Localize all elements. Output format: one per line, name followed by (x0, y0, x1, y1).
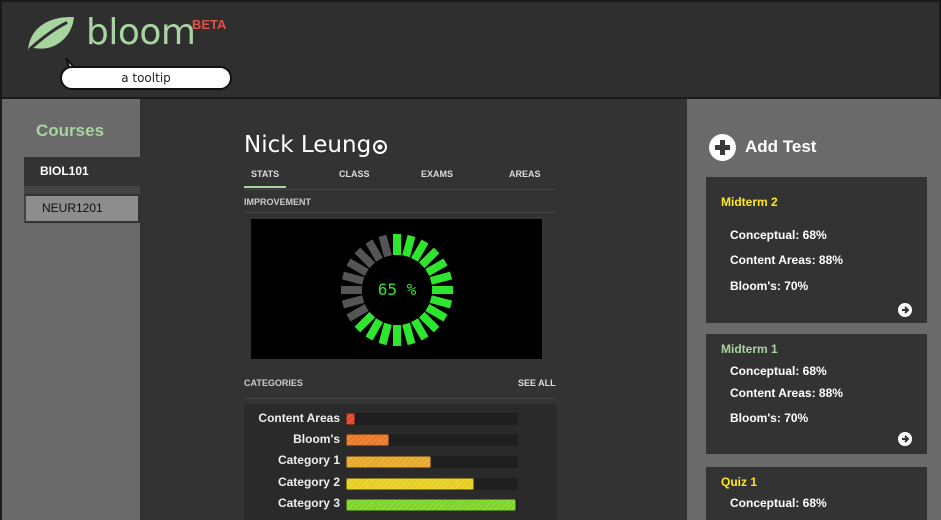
test-stat: Content Areas: 88% (730, 386, 843, 400)
leaf-icon[interactable] (24, 14, 76, 54)
add-test-label: Add Test (745, 137, 817, 156)
active-tab-indicator (244, 186, 286, 188)
test-stat: Bloom's: 70% (730, 279, 809, 293)
categories-label: CATEGORIES (244, 378, 303, 388)
panel-scroll-edge (927, 177, 941, 520)
category-label: Bloom's (293, 432, 340, 446)
category-label: Category 3 (277, 496, 340, 510)
app-logo-text[interactable]: bloom (86, 12, 196, 53)
test-stat: Bloom's: 70% (730, 411, 809, 425)
category-bar-track (346, 413, 518, 425)
gauge-segment (418, 311, 440, 333)
gauge-segment (341, 295, 365, 309)
gauge-segment (346, 304, 369, 322)
gauge-segment (429, 271, 453, 285)
tab-exams[interactable]: EXAMS (421, 169, 453, 179)
gauge-segment (425, 258, 448, 276)
test-title: Midterm 2 (721, 195, 778, 209)
category-bar-track (346, 434, 518, 446)
test-title: Midterm 1 (721, 342, 778, 356)
categories-divider (244, 398, 556, 399)
test-stat: Content Areas: 88% (730, 253, 843, 267)
gauge-segment (402, 322, 416, 346)
test-stat: Conceptual: 68% (730, 228, 827, 242)
course-item-biol101[interactable]: BIOL101 (24, 157, 140, 186)
category-bar-track (346, 478, 518, 490)
target-icon[interactable] (372, 139, 388, 155)
arrow-right-icon[interactable] (898, 432, 912, 446)
test-stat: Conceptual: 68% (730, 364, 827, 378)
student-name: Nick Leung (244, 132, 372, 158)
app-header: bloom BETA a tooltip (0, 0, 941, 99)
gauge-segment (411, 318, 429, 341)
gauge-segment (418, 247, 440, 269)
gauge-segment (346, 258, 369, 276)
gauge-percent-text: 65 % (378, 280, 417, 299)
beta-badge: BETA (192, 17, 227, 32)
category-bar-track (346, 456, 518, 468)
category-bar-fill (346, 456, 431, 468)
category-bar-track (346, 499, 518, 511)
category-bar-fill (346, 413, 355, 425)
category-label: Category 1 (277, 453, 340, 467)
gauge-segment (378, 234, 392, 258)
gauge-segment (402, 234, 416, 258)
see-all-link[interactable]: SEE ALL (518, 378, 556, 388)
gauge-segment (411, 239, 429, 262)
category-label: Category 2 (277, 475, 340, 489)
plus-icon (709, 133, 736, 161)
category-bar-fill (346, 434, 389, 446)
gauge-segment (378, 322, 392, 346)
tab-divider (244, 189, 556, 190)
gauge-segment (429, 295, 453, 309)
gauge-segment (341, 271, 365, 285)
add-test-button[interactable]: Add Test (709, 133, 816, 161)
improvement-gauge: 65 % (251, 219, 542, 359)
category-bar-fill (346, 478, 474, 490)
arrow-right-icon[interactable] (898, 303, 912, 317)
test-card-quiz-1[interactable]: Quiz 1 Conceptual: 68% (706, 467, 928, 520)
improvement-divider (244, 212, 556, 213)
course-item-neur1201[interactable]: NEUR1201 (24, 194, 140, 223)
gauge-segment (425, 304, 448, 322)
improvement-label: IMPROVEMENT (244, 197, 312, 207)
category-bar-fill (346, 499, 516, 511)
tab-areas[interactable]: AREAS (509, 169, 541, 179)
gauge-segment (365, 239, 383, 262)
tooltip: a tooltip (60, 66, 232, 90)
category-label: Content Areas (258, 411, 340, 425)
test-title: Quiz 1 (721, 475, 758, 489)
tab-class[interactable]: CLASS (339, 169, 370, 179)
tab-stats[interactable]: STATS (251, 169, 279, 179)
test-card-midterm-2[interactable]: Midterm 2 Conceptual: 68% Content Areas:… (706, 177, 928, 323)
test-stat: Conceptual: 68% (730, 496, 827, 510)
gauge-segment (365, 318, 383, 341)
gauge-segment (354, 311, 376, 333)
gauge-svg: 65 % (341, 234, 453, 346)
courses-heading: Courses (36, 121, 105, 140)
test-card-midterm-1[interactable]: Midterm 1 Conceptual: 68% Content Areas:… (706, 334, 928, 454)
gauge-segment (354, 247, 376, 269)
